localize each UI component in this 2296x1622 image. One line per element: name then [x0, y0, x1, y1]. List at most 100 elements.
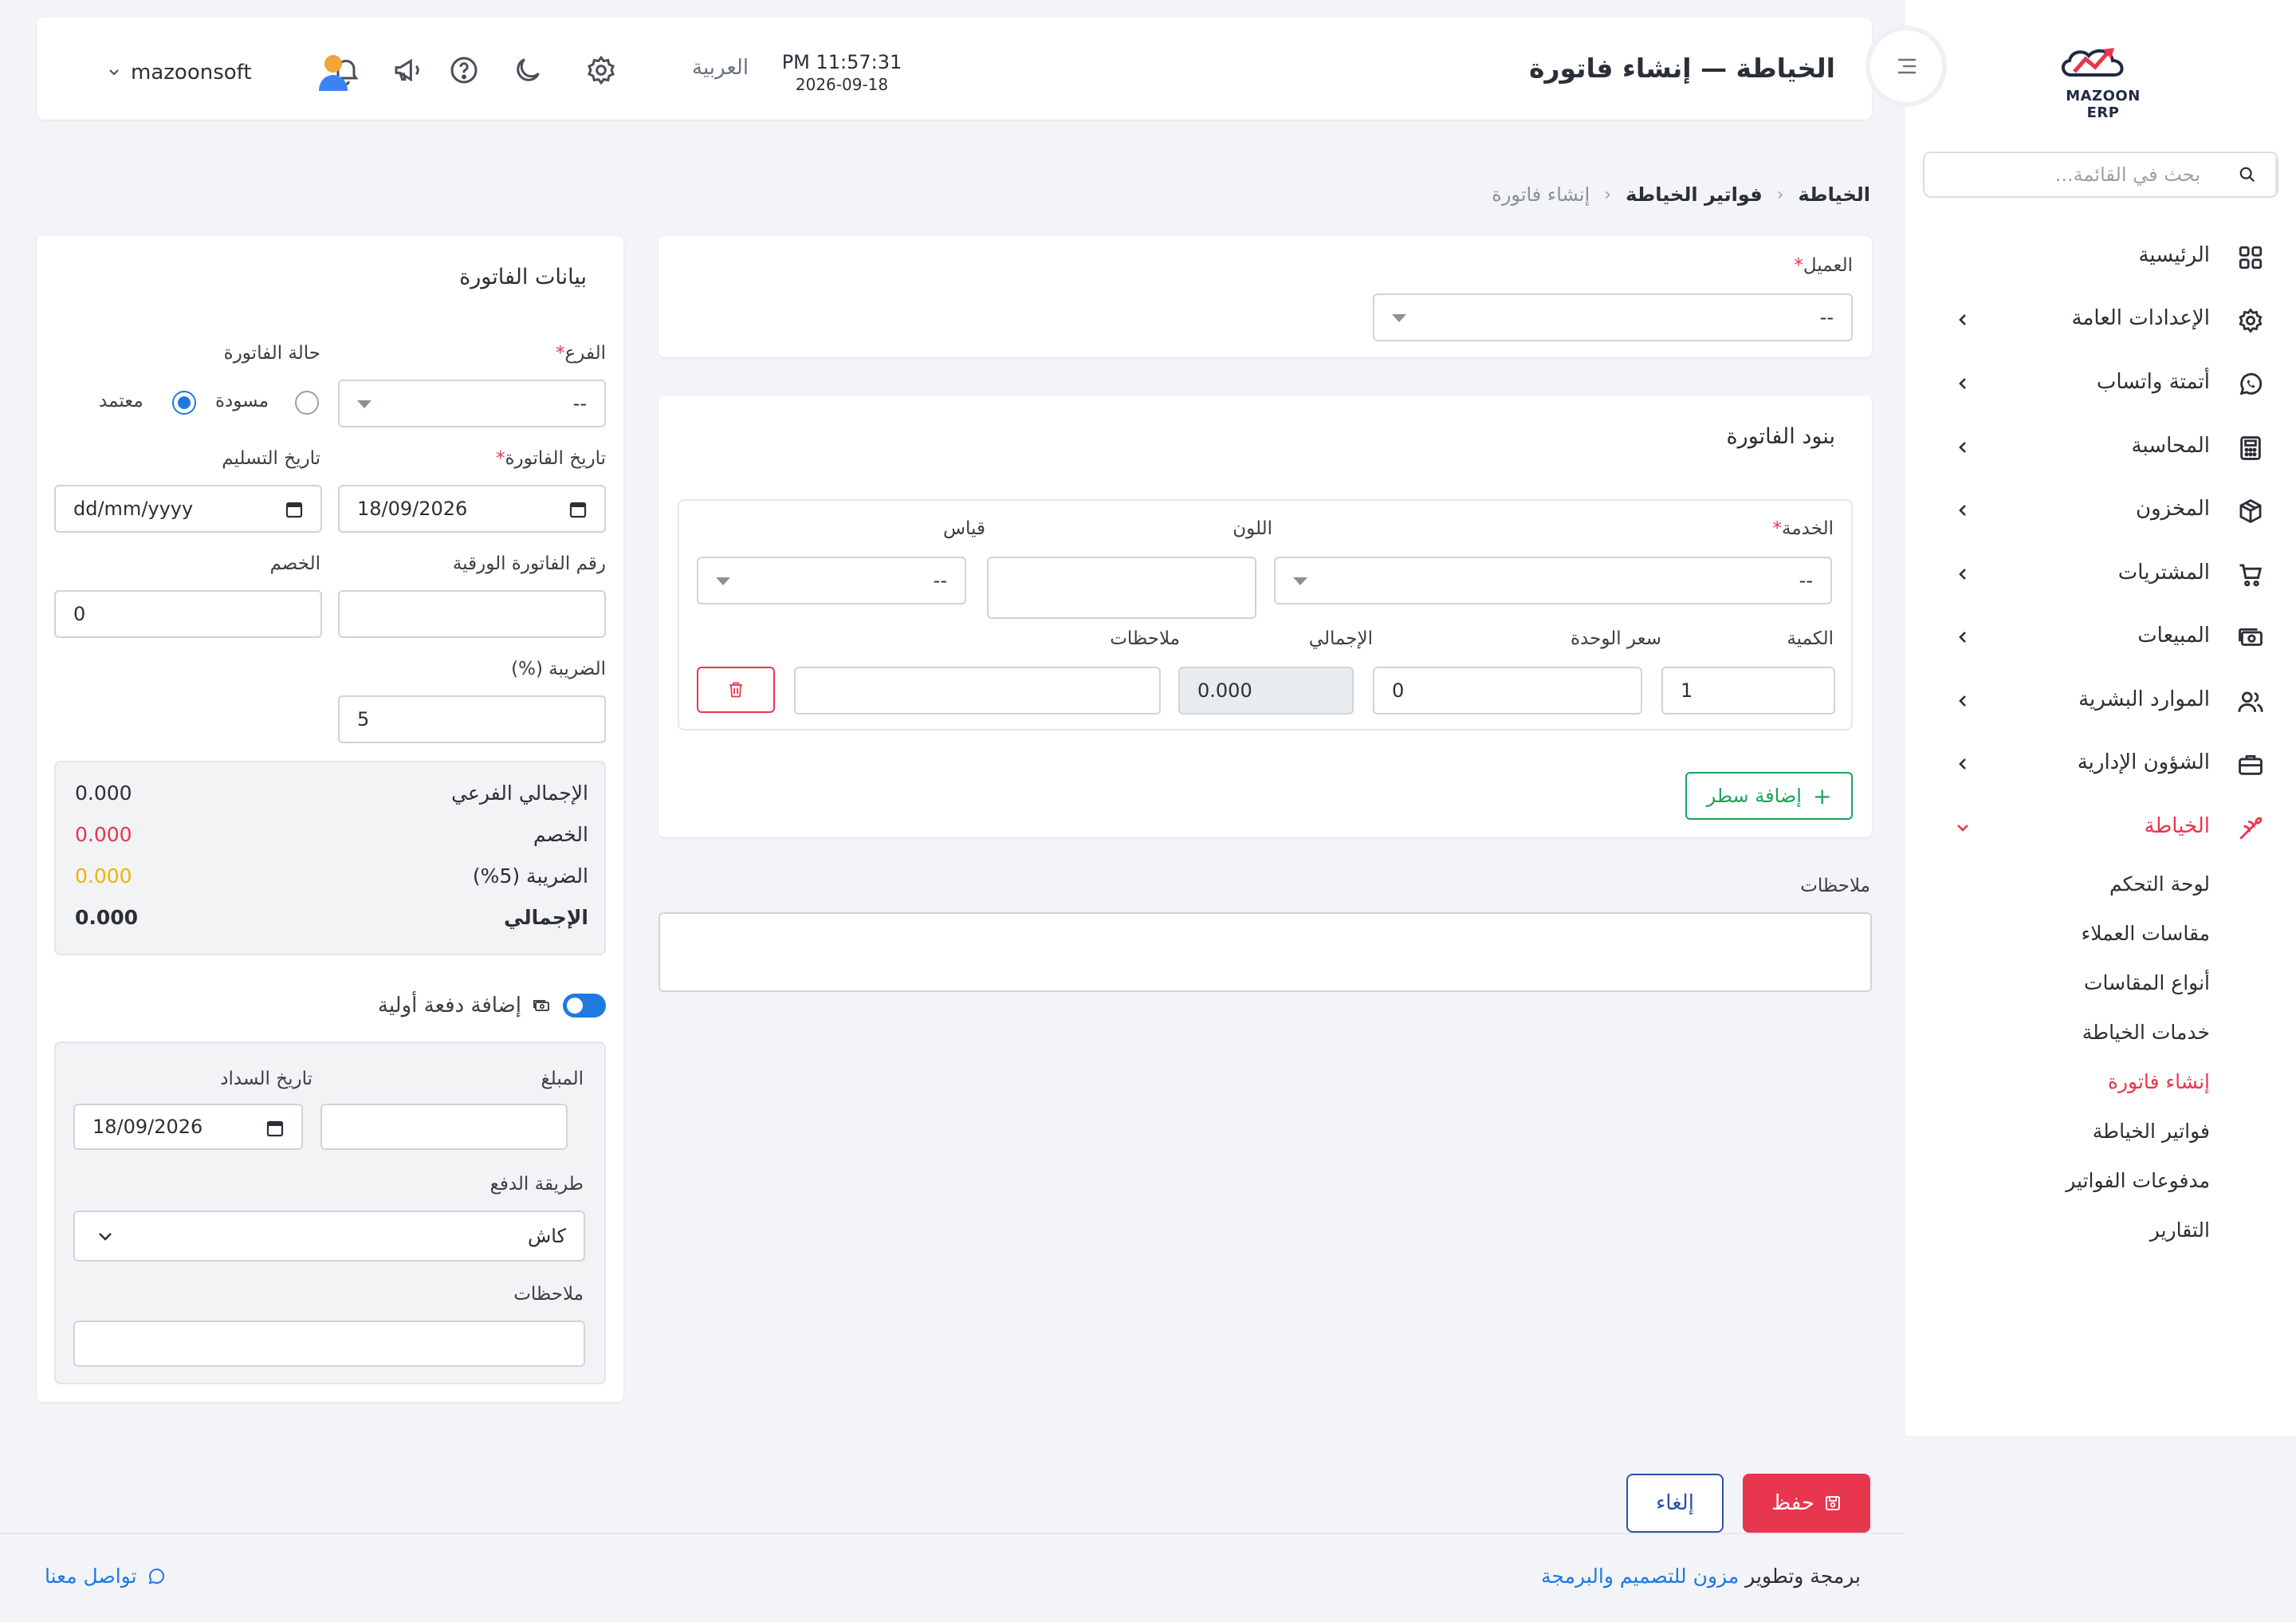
sidebar-subitem-dashboard[interactable]: لوحة التحكم [2109, 872, 2210, 896]
caret-down-icon [357, 400, 372, 408]
amount-input[interactable] [320, 1104, 568, 1150]
clock-time: PM 11:57:31 [781, 51, 902, 73]
chevron-down-icon [1955, 820, 1971, 836]
sidebar-search-input[interactable]: بحث في القائمة... [1924, 163, 2219, 186]
calendar-icon [285, 502, 303, 518]
breadcrumb-current: إنشاء فاتورة [1492, 183, 1590, 206]
chevron-left-icon [1955, 756, 1971, 772]
invoice-date-label: تاريخ الفاتورة* [495, 448, 606, 469]
branch-label: الفرع* [556, 343, 606, 364]
sidebar-subitem-measurement-types[interactable]: أنواع المقاسات [2084, 971, 2210, 994]
sidebar-item-label: الرئيسية [2138, 243, 2210, 267]
sidebar-item-accounting[interactable]: المحاسبة [1905, 420, 2296, 476]
discount-input[interactable]: 0 [54, 590, 322, 638]
cancel-button[interactable]: إلغاء [1626, 1474, 1724, 1533]
cart-icon [2237, 561, 2264, 589]
save-button[interactable]: حفظ [1743, 1474, 1870, 1533]
whatsapp-icon [148, 1568, 164, 1584]
footer-company-link[interactable]: مزون للتصميم والبرمجة [1541, 1565, 1739, 1588]
sidebar-item-settings[interactable]: الإعدادات العامة [1905, 293, 2296, 348]
top-header: الخياطة — إنشاء فاتورة PM 11:57:31 2026-… [37, 18, 1872, 120]
qty-label: الكمية [1787, 628, 1834, 649]
box-icon [2237, 498, 2264, 525]
line-total-label: الإجمالي [1308, 628, 1373, 649]
initial-payment-label: إضافة دفعة أولية [377, 994, 521, 1018]
notes-textarea[interactable] [659, 912, 1872, 992]
qty-input[interactable]: 1 [1661, 667, 1835, 715]
clock-date: 2026-09-18 [795, 75, 889, 94]
calculator-icon [2237, 435, 2264, 462]
tax-input[interactable]: 5 [338, 695, 606, 743]
initial-payment-toggle[interactable] [563, 994, 606, 1018]
search-icon[interactable] [2219, 153, 2277, 196]
line-notes-input[interactable] [794, 667, 1161, 715]
line-notes-label: ملاحظات [1110, 628, 1180, 649]
sidebar-subitem-create-invoice[interactable]: إنشاء فاتورة [2108, 1070, 2210, 1093]
chevron-left-icon [1955, 629, 1971, 645]
sidebar-toggle-button[interactable] [1870, 30, 1942, 102]
breadcrumb-parent[interactable]: فواتير الخياطة [1626, 183, 1763, 206]
help-icon[interactable] [448, 54, 480, 86]
status-approved-radio[interactable] [172, 391, 196, 415]
grand-total-row: الإجمالي 0.000 [75, 906, 588, 938]
sidebar-subitem-invoice-payments[interactable]: مدفوعات الفواتير [2066, 1169, 2210, 1192]
unit-price-input[interactable]: 0 [1373, 667, 1642, 715]
breadcrumb-root[interactable]: الخياطة [1798, 183, 1870, 206]
sidebar-item-purchases[interactable]: المشتريات [1905, 547, 2296, 603]
customer-select[interactable]: -- [1373, 293, 1853, 341]
paper-number-label: رقم الفاتورة الورقية [452, 553, 606, 574]
payment-method-select[interactable]: كاش [73, 1211, 585, 1262]
paper-number-input[interactable] [338, 590, 606, 638]
cash-icon [2237, 624, 2264, 652]
status-draft-label: مسودة [215, 391, 269, 411]
sidebar-item-hr[interactable]: الموارد البشرية [1905, 674, 2296, 730]
size-select[interactable]: -- [697, 557, 966, 604]
color-input[interactable] [987, 557, 1256, 619]
money-icon [533, 1000, 549, 1011]
delivery-date-input[interactable]: dd/mm/yyyy [54, 485, 322, 533]
service-select[interactable]: -- [1274, 557, 1832, 604]
payment-date-input[interactable]: 18/09/2026 [73, 1104, 303, 1150]
invoice-data-title: بيانات الفاتورة [459, 265, 587, 289]
notes-label: ملاحظات [1800, 876, 1870, 896]
user-menu[interactable]: mazoonsoft [108, 53, 351, 93]
payment-notes-label: ملاحظات [513, 1284, 584, 1305]
add-row-button[interactable]: + إضافة سطر [1685, 772, 1853, 820]
sidebar-item-home[interactable]: الرئيسية [1905, 230, 2296, 285]
customer-card: العميل* -- [659, 236, 1872, 357]
chevron-left-icon [1955, 693, 1971, 709]
status-approved-label: معتمد [99, 391, 144, 411]
sidebar-item-sales[interactable]: المبيعات [1905, 610, 2296, 666]
sidebar-item-whatsapp[interactable]: أتمتة واتساب [1905, 356, 2296, 412]
status-draft-radio[interactable] [295, 391, 319, 415]
megaphone-icon[interactable] [392, 54, 424, 86]
users-icon [2237, 688, 2264, 715]
sidebar-subitem-tailoring-services[interactable]: خدمات الخياطة [2082, 1021, 2210, 1044]
sidebar-item-inventory[interactable]: المخزون [1905, 483, 2296, 539]
sidebar-subitem-customer-measurements[interactable]: مقاسات العملاء [2082, 922, 2210, 945]
contact-us-link[interactable]: تواصل معنا [45, 1565, 166, 1588]
app-logo[interactable]: MAZOON ERP [2047, 35, 2159, 121]
gear-icon [2237, 307, 2264, 334]
language-switch[interactable]: العربية [692, 56, 749, 80]
tax-total-label: الضريبة (5%) [472, 864, 588, 888]
gear-icon[interactable] [585, 54, 617, 86]
avatar [318, 55, 348, 91]
tax-total-value: 0.000 [75, 864, 132, 888]
sidebar-item-admin[interactable]: الشؤون الإدارية [1905, 737, 2296, 793]
sidebar-item-tailoring[interactable]: الخياطة [1905, 801, 2296, 856]
invoice-items-card: بنود الفاتورة الخدمة* -- اللون قياس -- ا… [659, 396, 1872, 837]
sidebar-subitem-tailoring-invoices[interactable]: فواتير الخياطة [2093, 1120, 2210, 1143]
tax-label: الضريبة (%) [511, 659, 606, 679]
totals-box: الإجمالي الفرعي 0.000 الخصم 0.000 الضريبة … [54, 761, 606, 955]
branch-select[interactable]: -- [338, 380, 606, 427]
chevron-left-icon [1955, 502, 1971, 518]
payment-notes-input[interactable] [73, 1321, 585, 1367]
chevron-left-icon [1955, 566, 1971, 582]
sidebar-subitem-reports[interactable]: التقارير [2150, 1218, 2210, 1242]
delete-row-button[interactable] [697, 667, 775, 713]
sidebar-search[interactable]: بحث في القائمة... [1923, 152, 2278, 198]
moon-icon[interactable] [512, 54, 544, 86]
invoice-date-input[interactable]: 18/09/2026 [338, 485, 606, 533]
grand-total-value: 0.000 [75, 906, 139, 929]
